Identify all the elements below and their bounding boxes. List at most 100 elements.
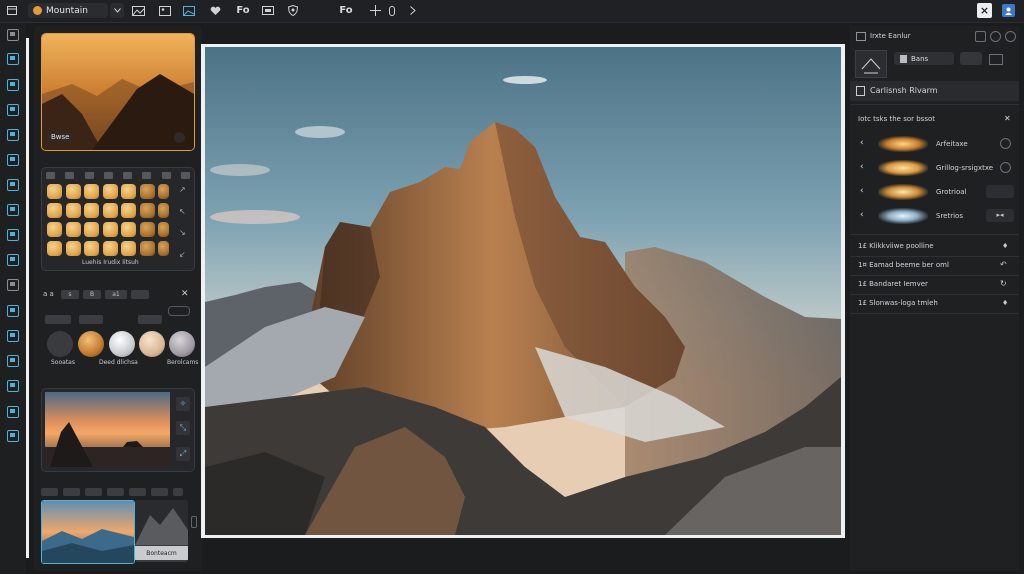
tone-pill[interactable]: a1 bbox=[105, 290, 127, 299]
adjustment-row[interactable]: ‹ Arfeitaxe bbox=[850, 134, 1019, 154]
dropdown-icon[interactable] bbox=[110, 3, 124, 18]
tool-select-icon[interactable] bbox=[7, 53, 19, 65]
tone-filter-button[interactable] bbox=[138, 315, 162, 324]
chevron-left-icon[interactable]: ‹ bbox=[860, 210, 864, 220]
tone-pill[interactable]: s bbox=[61, 290, 79, 299]
panel-sync-icon[interactable] bbox=[1005, 31, 1016, 42]
sunset-preset-card[interactable]: ✧ ⤡ ⤢ bbox=[41, 388, 195, 472]
side-control-icon[interactable]: ↙ bbox=[179, 250, 189, 259]
grid-tool-icon[interactable] bbox=[103, 172, 113, 179]
adjustment-toggle[interactable] bbox=[986, 185, 1014, 198]
pin-icon[interactable]: ✧ bbox=[176, 397, 190, 411]
thumb-scroll-icon[interactable] bbox=[191, 516, 197, 528]
adjustment-row[interactable]: ‹ Sretrios ▸◂ bbox=[850, 206, 1019, 226]
chevron-left-icon[interactable]: ‹ bbox=[860, 186, 864, 196]
close-icon[interactable]: ✕ bbox=[181, 289, 189, 299]
thumb-tab[interactable] bbox=[63, 488, 80, 496]
thumb-dark-mountain[interactable]: Bonteacm bbox=[135, 500, 188, 562]
color-swatch[interactable] bbox=[47, 241, 62, 256]
user-icon[interactable] bbox=[1002, 4, 1015, 17]
expand-icon[interactable]: ⤢ bbox=[176, 447, 190, 461]
thumb-tab[interactable] bbox=[129, 488, 146, 496]
grid-tool-icon[interactable] bbox=[161, 172, 171, 179]
tool-history-icon[interactable] bbox=[7, 355, 19, 367]
fo-label[interactable]: Fo bbox=[235, 3, 251, 18]
next-icon[interactable] bbox=[407, 3, 419, 18]
tool-export-icon[interactable] bbox=[7, 380, 19, 392]
thumb-tab[interactable] bbox=[173, 488, 183, 496]
image-icon[interactable] bbox=[158, 3, 172, 18]
color-swatch[interactable] bbox=[84, 184, 99, 199]
tone-orb-shadow[interactable] bbox=[47, 331, 73, 357]
color-swatch[interactable] bbox=[84, 203, 99, 218]
adjustment-row[interactable]: ‹ Grillog-srsigxtxe bbox=[850, 158, 1019, 178]
color-swatch[interactable] bbox=[84, 241, 99, 256]
tool-gradient-icon[interactable] bbox=[7, 204, 19, 216]
side-control-icon[interactable]: ↗ bbox=[179, 185, 189, 194]
color-swatch[interactable] bbox=[158, 203, 169, 218]
layout-icon[interactable] bbox=[261, 3, 275, 18]
section-header[interactable]: Carlisnsh Rlvarm bbox=[850, 81, 1019, 101]
color-swatch[interactable] bbox=[121, 241, 136, 256]
tool-mask-icon[interactable] bbox=[7, 254, 19, 266]
color-swatch[interactable] bbox=[65, 203, 81, 218]
color-swatch[interactable] bbox=[84, 222, 99, 237]
tone-orb-beige[interactable] bbox=[139, 331, 165, 357]
tool-crop-icon[interactable] bbox=[7, 79, 19, 91]
color-swatch[interactable] bbox=[139, 203, 155, 218]
thumb-blue-mountain[interactable] bbox=[41, 500, 135, 564]
list-item[interactable]: 1£ Slonwas-loga tmleh ♦ bbox=[850, 295, 1019, 313]
mountain-icon-button[interactable] bbox=[855, 50, 887, 78]
side-control-icon[interactable]: ↖ bbox=[179, 207, 189, 216]
tool-stamp-icon[interactable] bbox=[7, 154, 19, 166]
thumb-tab[interactable] bbox=[41, 488, 58, 496]
image-edit-icon[interactable] bbox=[182, 3, 196, 18]
grid-tool-icon[interactable] bbox=[46, 172, 55, 179]
shield-icon[interactable]: ♦ bbox=[1002, 242, 1008, 250]
close-icon[interactable]: ✕ bbox=[1004, 114, 1011, 123]
shield-icon[interactable]: ♦ bbox=[1002, 299, 1008, 307]
tone-filter-button[interactable] bbox=[79, 315, 103, 324]
tone-toggle[interactable] bbox=[168, 306, 190, 316]
thumb-tab[interactable] bbox=[107, 488, 124, 496]
adjustment-row[interactable]: ‹ Grotrioal bbox=[850, 182, 1019, 202]
color-swatch[interactable] bbox=[102, 241, 118, 256]
list-item[interactable]: 1£ Bandaret Iemver ↻ bbox=[850, 276, 1019, 294]
color-swatch[interactable] bbox=[121, 222, 136, 237]
reset-icon[interactable] bbox=[1000, 138, 1011, 149]
tone-orb-amber[interactable] bbox=[78, 331, 104, 357]
tool-frame-icon[interactable] bbox=[7, 330, 19, 342]
grid-tool-icon[interactable] bbox=[123, 172, 133, 179]
side-control-icon[interactable]: ↘ bbox=[179, 228, 189, 237]
tool-filter-icon[interactable] bbox=[7, 305, 19, 317]
color-swatch[interactable] bbox=[65, 222, 81, 237]
header-folder-icon[interactable] bbox=[989, 54, 1003, 65]
adjustment-arrows-icon[interactable]: ▸◂ bbox=[986, 209, 1014, 222]
undo-icon[interactable]: ↶ bbox=[1000, 260, 1007, 269]
color-swatch[interactable] bbox=[139, 184, 155, 199]
color-swatch[interactable] bbox=[102, 222, 118, 237]
grid-tool-icon[interactable] bbox=[180, 172, 190, 179]
color-swatch[interactable] bbox=[139, 241, 155, 256]
color-swatch[interactable] bbox=[102, 203, 118, 218]
gallery-icon[interactable] bbox=[130, 3, 146, 18]
grid-tool-icon[interactable] bbox=[84, 172, 94, 179]
tone-orb-white[interactable] bbox=[109, 331, 135, 357]
preview-toggle-icon[interactable] bbox=[174, 132, 185, 143]
header-secondary-button[interactable] bbox=[960, 52, 982, 65]
tool-heal-icon[interactable] bbox=[7, 179, 19, 191]
tone-pill[interactable] bbox=[131, 290, 149, 299]
compare-icon[interactable]: ⤡ bbox=[176, 421, 190, 435]
color-swatch[interactable] bbox=[102, 184, 118, 199]
color-swatch[interactable] bbox=[158, 184, 169, 199]
color-swatch[interactable] bbox=[47, 203, 62, 218]
window-icon[interactable] bbox=[6, 3, 18, 18]
tone-filter-button[interactable] bbox=[45, 315, 71, 324]
panel-help-icon[interactable] bbox=[990, 31, 1001, 42]
color-swatch[interactable] bbox=[158, 222, 169, 237]
color-swatch[interactable] bbox=[65, 184, 81, 199]
preset-preview-card[interactable]: Bwse bbox=[41, 33, 195, 151]
history-icon[interactable]: ↻ bbox=[1000, 279, 1007, 288]
list-item[interactable]: 1£ Klikkviiwe poolline ♦ bbox=[850, 238, 1019, 256]
color-swatch[interactable] bbox=[65, 241, 81, 256]
